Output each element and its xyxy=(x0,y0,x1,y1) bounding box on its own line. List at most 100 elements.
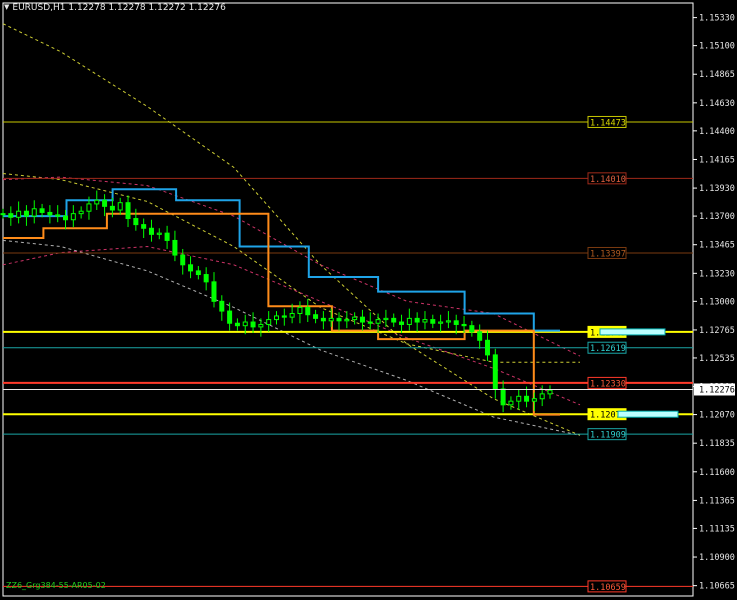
candle-body xyxy=(274,315,279,321)
y-tick-label: 1.10665 xyxy=(699,582,735,592)
candle-body xyxy=(86,203,92,212)
candle-body xyxy=(399,321,405,325)
candle-body xyxy=(227,310,233,324)
y-tick-label: 1.14865 xyxy=(699,70,735,80)
candle-body xyxy=(445,320,451,323)
y-tick-label: 1.15330 xyxy=(699,14,735,24)
candle-body xyxy=(469,325,475,333)
level-12330-label-text: 1.12330 xyxy=(590,379,626,389)
level-marker-lower[interactable] xyxy=(617,410,679,418)
level-10659-label-text: 1.10659 xyxy=(590,583,626,593)
candle-body xyxy=(8,213,14,218)
candle-body xyxy=(516,395,522,402)
current-price-label: 1.12276 xyxy=(699,385,735,395)
y-tick-label: 1.14630 xyxy=(699,99,735,109)
candle-body xyxy=(375,319,381,324)
y-tick-label: 1.13930 xyxy=(699,184,735,194)
candle-body xyxy=(320,317,326,322)
y-tick-label: 1.15100 xyxy=(699,42,735,52)
candle-body xyxy=(453,320,459,325)
y-tick-label: 1.13000 xyxy=(699,297,735,307)
candle-body xyxy=(539,393,545,400)
level-11909-label-text: 1.11909 xyxy=(590,431,626,441)
candle-body xyxy=(422,319,428,323)
candle-body xyxy=(359,316,365,323)
candle-body xyxy=(383,317,389,321)
candle-body xyxy=(234,322,240,327)
y-tick-label: 1.11135 xyxy=(699,524,735,534)
candle-body xyxy=(266,319,272,325)
candle-body xyxy=(477,331,483,341)
candle-body xyxy=(336,317,342,322)
chart-header: ▼ EURUSD,H1 1.12278 1.12278 1.12272 1.122… xyxy=(4,3,226,13)
candle-body xyxy=(55,214,61,217)
y-tick-label: 1.11600 xyxy=(699,468,735,478)
candle-body xyxy=(23,210,29,217)
candle-body xyxy=(117,202,123,211)
chart-canvas[interactable]: 1.144731.140101.133971.127491.126191.123… xyxy=(0,0,737,600)
dashed-curve-1 xyxy=(2,173,580,363)
price-chart[interactable]: 1.144731.140101.133971.127491.126191.123… xyxy=(0,0,737,600)
candle-body xyxy=(406,317,412,325)
candle-body xyxy=(195,270,201,276)
level-14010-label-text: 1.14010 xyxy=(590,175,626,185)
candle-body xyxy=(430,319,436,324)
plot-frame xyxy=(2,2,694,597)
candle-body xyxy=(94,199,100,205)
y-tick-label: 1.10900 xyxy=(699,553,735,563)
candle-body xyxy=(102,199,108,207)
candle-body xyxy=(0,213,6,216)
candle-body xyxy=(547,389,553,395)
y-tick-label: 1.13465 xyxy=(699,241,735,251)
candle-body xyxy=(461,323,467,327)
candle-body xyxy=(180,254,186,266)
candle-body xyxy=(391,317,397,323)
candle-body xyxy=(344,319,350,322)
candle-body xyxy=(500,388,506,406)
candle-body xyxy=(281,315,287,318)
candle-body xyxy=(289,313,295,318)
candle-body xyxy=(297,306,303,315)
candle-body xyxy=(63,215,69,221)
y-tick-label: 1.12070 xyxy=(699,411,735,421)
candle-body xyxy=(39,208,45,213)
y-tick-label: 1.14400 xyxy=(699,127,735,137)
candle-body xyxy=(250,321,256,328)
y-tick-label: 1.11365 xyxy=(699,496,735,506)
level-13397-label-text: 1.13397 xyxy=(590,249,626,259)
dashed-curve-2 xyxy=(2,239,581,436)
candle-body xyxy=(492,354,498,390)
triangle-down-icon[interactable]: ▼ xyxy=(4,3,9,11)
candle-body xyxy=(313,314,319,319)
y-tick-label: 1.11835 xyxy=(699,439,735,449)
candle-body xyxy=(133,218,139,226)
candle-body xyxy=(242,321,248,327)
candle-body xyxy=(531,398,537,402)
candle-body xyxy=(438,321,444,324)
candle-body xyxy=(78,210,84,215)
candle-body xyxy=(125,202,131,220)
y-tick-label: 1.13700 xyxy=(699,212,735,222)
candle-body xyxy=(328,317,334,322)
candle-body xyxy=(305,306,311,316)
candle-body xyxy=(524,395,530,402)
y-tick-label: 1.13230 xyxy=(699,269,735,279)
candle-body xyxy=(188,264,194,272)
candle-body xyxy=(211,281,217,302)
candle-body xyxy=(141,224,147,229)
candle-body xyxy=(31,208,37,217)
candle-body xyxy=(148,227,154,235)
candle-body xyxy=(258,323,264,328)
candle-body xyxy=(484,339,490,356)
candle-body xyxy=(164,232,170,241)
level-marker-upper[interactable] xyxy=(599,328,666,336)
candle-body xyxy=(203,274,209,283)
candle-body xyxy=(367,321,373,324)
candle-body xyxy=(156,232,162,235)
candle-body xyxy=(414,317,420,323)
candle-body xyxy=(47,211,53,216)
candle-body xyxy=(70,213,76,221)
candle-body xyxy=(16,210,22,218)
indicator-label: ZZ6_Grg384-55-AR05-02 xyxy=(6,581,106,590)
candle-body xyxy=(352,316,358,321)
